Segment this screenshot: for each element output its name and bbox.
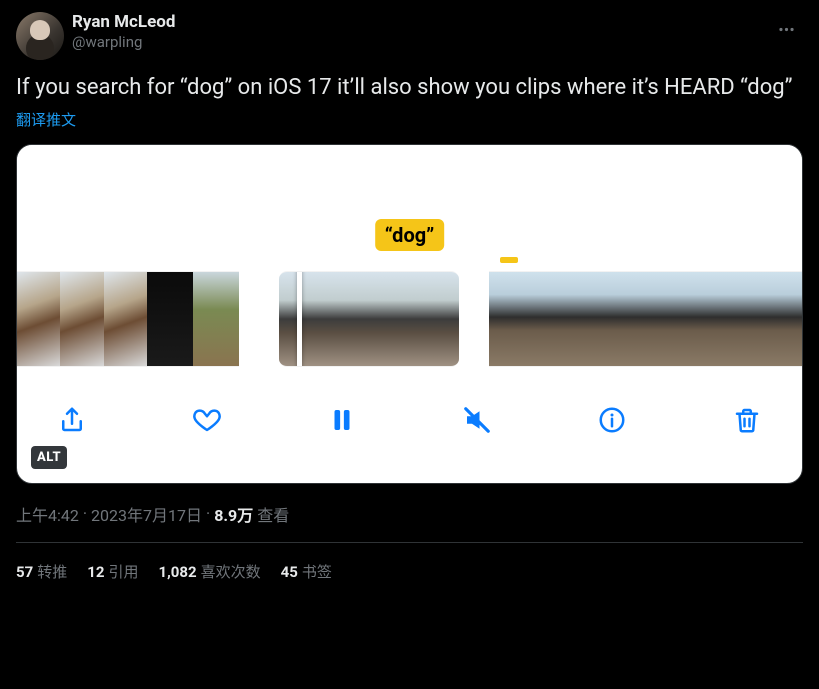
more-icon: [777, 20, 796, 39]
meta-sep: ·: [83, 504, 87, 523]
share-icon: [57, 405, 87, 435]
avatar[interactable]: [16, 12, 64, 60]
trash-button[interactable]: [728, 401, 766, 439]
timeline-gap: [459, 271, 489, 367]
author-names[interactable]: Ryan McLeod @warpling: [72, 12, 761, 52]
tweet-text: If you search for “dog” on iOS 17 it’ll …: [16, 74, 803, 103]
stat-likes[interactable]: 1,082喜欢次数: [158, 561, 260, 582]
pause-icon: [327, 405, 357, 435]
pause-button[interactable]: [323, 401, 361, 439]
clip-thumb[interactable]: [193, 271, 239, 367]
like-button[interactable]: [188, 401, 226, 439]
mute-button[interactable]: [458, 401, 496, 439]
info-button[interactable]: [593, 401, 631, 439]
video-timeline[interactable]: [17, 271, 802, 367]
views-count: 8.9万: [214, 502, 253, 526]
clip-thumb[interactable]: [489, 271, 802, 367]
info-icon: [597, 405, 627, 435]
display-name: Ryan McLeod: [72, 12, 761, 33]
meta-time[interactable]: 上午4:42: [16, 502, 79, 526]
alt-badge[interactable]: ALT: [31, 446, 67, 469]
translate-link[interactable]: 翻译推文: [16, 109, 76, 130]
clip-thumb[interactable]: [147, 271, 193, 367]
stat-bookmarks[interactable]: 45书签: [281, 561, 332, 582]
search-tooltip: “dog”: [375, 219, 445, 251]
views-label: 查看: [257, 502, 289, 526]
meta-sep: ·: [206, 504, 210, 523]
tweet-header: Ryan McLeod @warpling: [16, 12, 803, 60]
share-button[interactable]: [53, 401, 91, 439]
clip-thumb-selected[interactable]: [279, 271, 459, 367]
stat-quotes[interactable]: 12引用: [87, 561, 138, 582]
more-button[interactable]: [769, 12, 803, 46]
search-marker: [500, 257, 518, 263]
clip-thumb[interactable]: [17, 271, 147, 367]
timeline-gap: [239, 271, 279, 367]
playhead[interactable]: [297, 271, 302, 367]
media-toolbar: [17, 367, 802, 451]
stat-retweets[interactable]: 57转推: [16, 561, 67, 582]
mute-icon: [462, 405, 492, 435]
media-top: “dog”: [17, 145, 802, 271]
trash-icon: [732, 405, 762, 435]
handle: @warpling: [72, 33, 761, 52]
media-card: “dog”: [16, 144, 803, 484]
heart-icon: [192, 405, 222, 435]
tweet-meta: 上午4:42 · 2023年7月17日 · 8.9万 查看: [16, 502, 803, 526]
tweet: Ryan McLeod @warpling If you search for …: [0, 0, 819, 582]
meta-date[interactable]: 2023年7月17日: [91, 502, 202, 526]
tweet-stats: 57转推 12引用 1,082喜欢次数 45书签: [16, 543, 803, 582]
